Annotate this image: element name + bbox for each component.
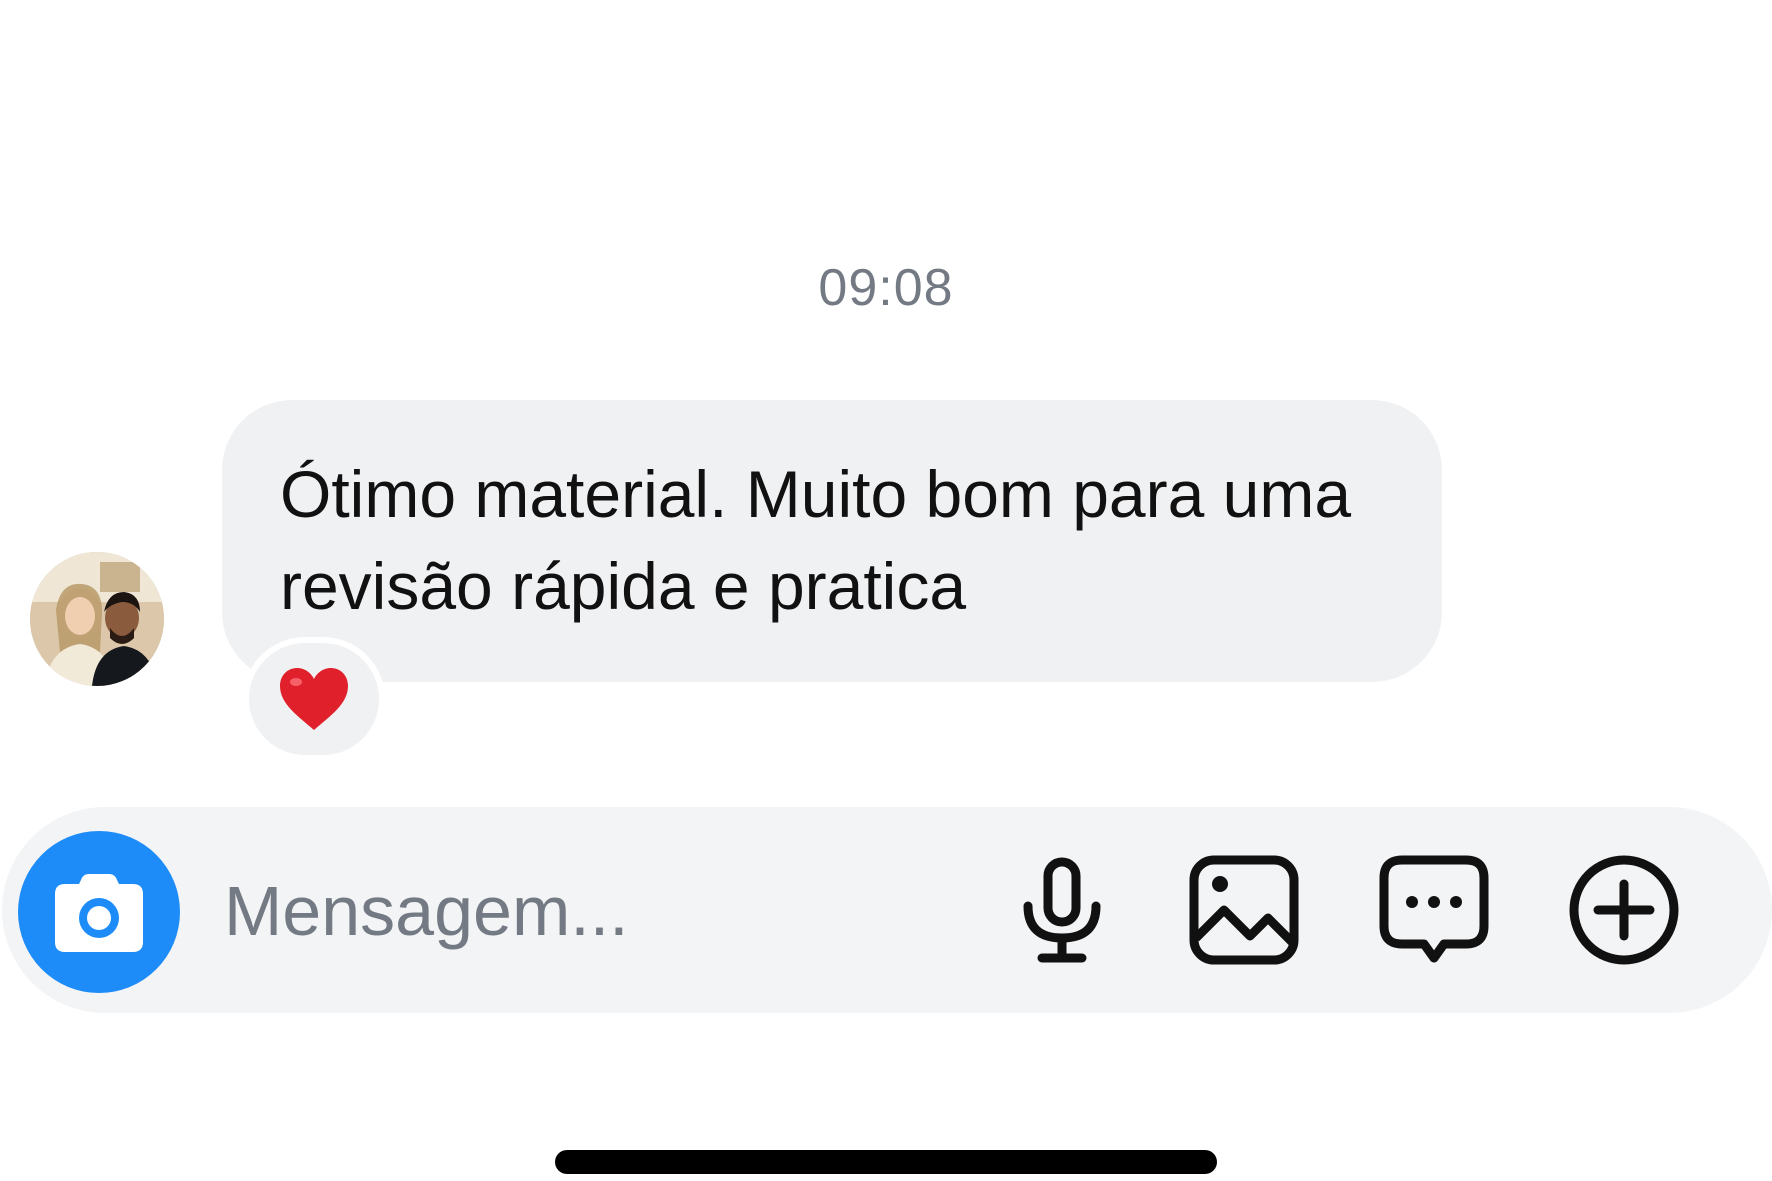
gallery-button[interactable] <box>1188 854 1300 966</box>
heart-emoji-icon <box>280 668 348 730</box>
message-bubble[interactable]: Ótimo material. Muito bom para uma revis… <box>222 400 1442 682</box>
message-input[interactable] <box>224 861 984 961</box>
avatar-photo <box>30 552 164 686</box>
add-button[interactable] <box>1568 854 1680 966</box>
camera-icon <box>55 874 143 952</box>
image-icon <box>1189 855 1299 965</box>
reaction-badge[interactable] <box>243 637 385 761</box>
plus-circle-icon <box>1569 855 1679 965</box>
microphone-button[interactable] <box>1006 854 1118 966</box>
sticker-message-icon <box>1379 855 1489 963</box>
chat-screen: 09:08 Ótimo material. Muito bom para uma… <box>0 0 1772 1181</box>
sticker-button[interactable] <box>1378 854 1490 966</box>
message-timestamp: 09:08 <box>818 259 954 317</box>
camera-button[interactable] <box>18 831 180 993</box>
message-composer <box>2 807 1772 1013</box>
microphone-icon <box>1023 857 1101 963</box>
sender-avatar[interactable] <box>30 552 164 686</box>
home-indicator[interactable] <box>555 1150 1217 1174</box>
